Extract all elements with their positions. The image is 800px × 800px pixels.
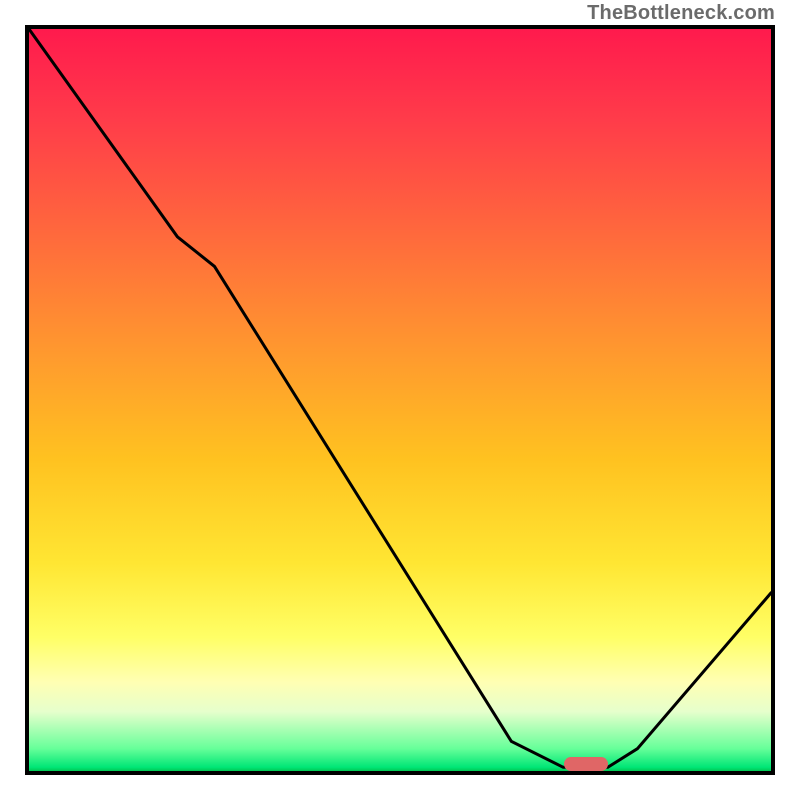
bottleneck-curve (29, 29, 771, 771)
chart-area (25, 25, 775, 775)
watermark-text: TheBottleneck.com (587, 2, 775, 25)
optimal-marker (564, 757, 608, 771)
